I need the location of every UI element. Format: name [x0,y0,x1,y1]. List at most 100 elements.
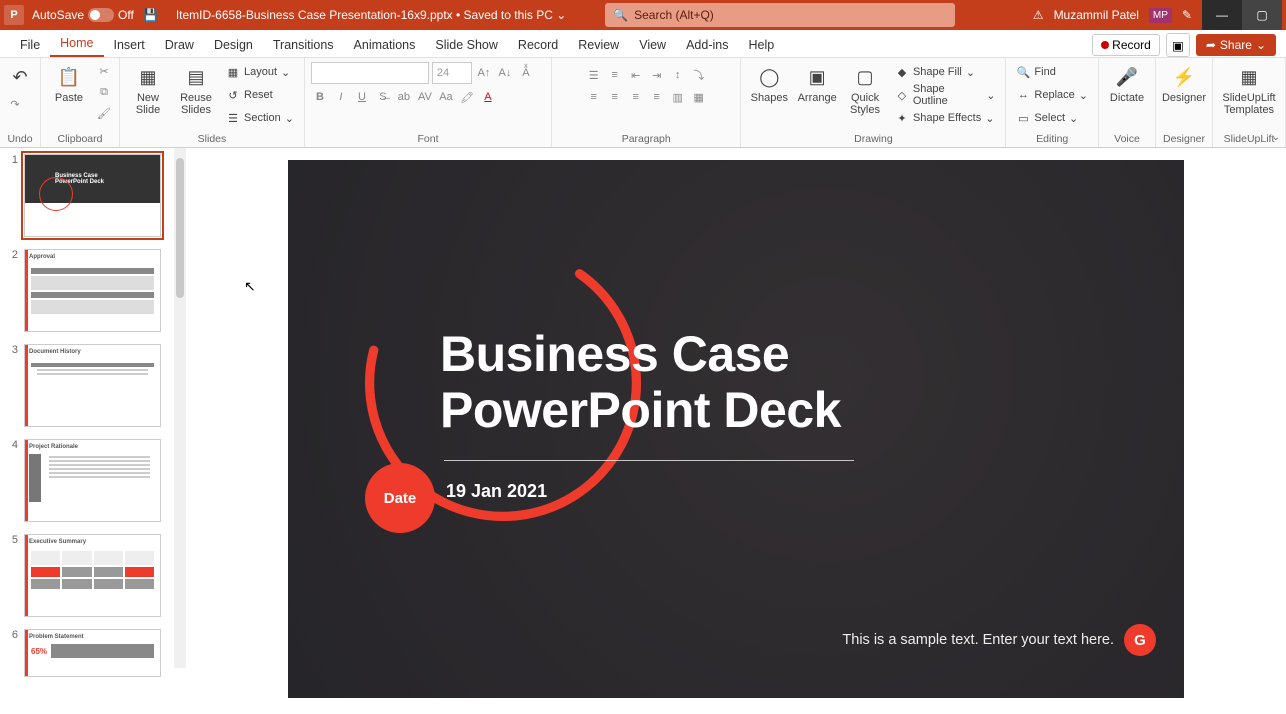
slide-thumbnail-3[interactable]: Document History [24,344,161,427]
tab-transitions[interactable]: Transitions [263,33,344,57]
quick-styles-button[interactable]: ▢Quick Styles [843,62,887,118]
date-value[interactable]: 19 Jan 2021 [446,481,547,502]
layout-button[interactable]: ▦Layout ⌄ [222,62,298,82]
shape-outline-button[interactable]: ◇Shape Outline ⌄ [891,85,1000,105]
toggle-icon[interactable] [88,8,114,22]
slide-title[interactable]: Business Case PowerPoint Deck [440,326,841,438]
undo-button[interactable]: ↶ [6,62,34,92]
underline-button[interactable]: U [353,88,371,106]
tab-view[interactable]: View [629,33,676,57]
tab-design[interactable]: Design [204,33,263,57]
bullets-button[interactable]: ☰ [585,66,603,84]
select-button[interactable]: ▭Select ⌄ [1012,108,1092,128]
minimize-button[interactable]: — [1202,0,1242,30]
search-input[interactable]: 🔍 Search (Alt+Q) [605,3,955,27]
thumb-row-4[interactable]: 4 Project Rationale [10,439,176,522]
font-family-select[interactable] [311,62,429,84]
thumbnail-panel[interactable]: 1 Business CasePowerPoint Deck 2 Approva… [0,148,186,714]
font-color-button[interactable]: A [479,88,497,106]
thumb-row-5[interactable]: 5 Executive Summary [10,534,176,617]
autosave-toggle[interactable]: AutoSave Off [32,8,134,22]
bold-button[interactable]: B [311,88,329,106]
increase-font-button[interactable]: A↑ [475,64,493,82]
new-slide-button[interactable]: ▦New Slide [126,62,170,118]
thumb-row-6[interactable]: 6 Problem Statement65% [10,629,176,677]
thumb-row-1[interactable]: 1 Business CasePowerPoint Deck [10,154,176,237]
text-direction-button[interactable]: ⤵ [690,66,708,84]
pen-icon[interactable]: ✎ [1182,8,1192,22]
tab-insert[interactable]: Insert [104,33,155,57]
paste-button[interactable]: 📋Paste [47,62,91,106]
share-button[interactable]: ➦ Share ⌄ [1196,34,1276,56]
shapes-button[interactable]: ◯Shapes [747,62,791,106]
slide-main[interactable]: Business Case PowerPoint Deck Date 19 Ja… [288,160,1184,698]
italic-button[interactable]: I [332,88,350,106]
decrease-font-button[interactable]: A↓ [496,64,514,82]
format-painter-button[interactable]: 🖌 [95,104,113,122]
tab-help[interactable]: Help [738,33,784,57]
sample-text[interactable]: This is a sample text. Enter your text h… [842,632,1114,648]
highlight-button[interactable]: 🖍 [458,88,476,106]
decrease-indent-button[interactable]: ⇤ [627,66,645,84]
tab-review[interactable]: Review [568,33,629,57]
slide-thumbnail-1[interactable]: Business CasePowerPoint Deck [24,154,161,237]
reuse-slides-button[interactable]: ▤Reuse Slides [174,62,218,118]
file-name[interactable]: ItemID-6658-Business Case Presentation-1… [176,8,566,22]
thumbnail-scrollbar[interactable] [174,148,186,668]
group-editing: 🔍Find ↔Replace ⌄ ▭Select ⌄ Editing [1006,58,1099,147]
slide-thumbnail-6[interactable]: Problem Statement65% [24,629,161,677]
convert-smartart-button[interactable]: ▦ [690,88,708,106]
tab-draw[interactable]: Draw [155,33,204,57]
shape-fill-button[interactable]: ◆Shape Fill ⌄ [891,62,1000,82]
align-center-button[interactable]: ≡ [606,88,624,106]
line-spacing-button[interactable]: ↕ [669,66,687,84]
find-button[interactable]: 🔍Find [1012,62,1092,82]
numbering-button[interactable]: ≡ [606,66,624,84]
save-icon[interactable]: 💾 [142,6,160,24]
clear-formatting-button[interactable]: Aͯ [517,64,535,82]
slideuplift-button[interactable]: ▦SlideUpLift Templates [1219,62,1279,118]
group-paragraph: ☰ ≡ ⇤ ⇥ ↕ ⤵ ≡ ≡ ≡ ≡ ▥ ▦ Paragraph [552,58,741,147]
slide-thumbnail-5[interactable]: Executive Summary [24,534,161,617]
maximize-button[interactable]: ▢ [1242,0,1282,30]
tab-file[interactable]: File [10,33,50,57]
thumb-row-3[interactable]: 3 Document History [10,344,176,427]
align-left-button[interactable]: ≡ [585,88,603,106]
tab-slideshow[interactable]: Slide Show [425,33,508,57]
slide-canvas-area[interactable]: ↖ Business Case PowerPoint Deck Date 19 … [186,148,1286,714]
undo-icon: ↶ [7,64,33,90]
arrange-button[interactable]: ▣Arrange [795,62,839,106]
user-name[interactable]: Muzammil Patel [1054,8,1139,22]
char-spacing-button[interactable]: AV [416,88,434,106]
designer-button[interactable]: ⚡Designer [1162,62,1206,106]
replace-button[interactable]: ↔Replace ⌄ [1012,85,1092,105]
strikethrough-button[interactable]: S̶ [374,88,392,106]
slide-thumbnail-4[interactable]: Project Rationale [24,439,161,522]
tab-record[interactable]: Record [508,33,568,57]
shadow-button[interactable]: ab [395,88,413,106]
cut-button[interactable]: ✂ [95,62,113,80]
date-badge[interactable]: Date [365,463,435,533]
shape-effects-button[interactable]: ✦Shape Effects ⌄ [891,108,1000,128]
reset-button[interactable]: ↺Reset [222,85,298,105]
change-case-button[interactable]: Aa [437,88,455,106]
increase-indent-button[interactable]: ⇥ [648,66,666,84]
dictate-button[interactable]: 🎤Dictate [1105,62,1149,106]
present-button[interactable]: ▣ [1166,33,1190,57]
columns-button[interactable]: ▥ [669,88,687,106]
tab-home[interactable]: Home [50,31,103,57]
slide-thumbnail-2[interactable]: Approval [24,249,161,332]
thumb-row-2[interactable]: 2 Approval [10,249,176,332]
section-button[interactable]: ☰Section ⌄ [222,108,298,128]
new-slide-icon: ▦ [135,64,161,90]
font-size-select[interactable] [432,62,472,84]
justify-button[interactable]: ≡ [648,88,666,106]
redo-button[interactable]: ↷ [6,95,24,113]
record-button[interactable]: Record [1092,34,1160,56]
align-right-button[interactable]: ≡ [627,88,645,106]
tab-addins[interactable]: Add-ins [676,33,738,57]
copy-button[interactable]: ⧉ [95,83,113,101]
ribbon-collapse-button[interactable]: ⌄ [1272,132,1280,143]
user-initials[interactable]: MP [1149,8,1172,23]
tab-animations[interactable]: Animations [344,33,426,57]
